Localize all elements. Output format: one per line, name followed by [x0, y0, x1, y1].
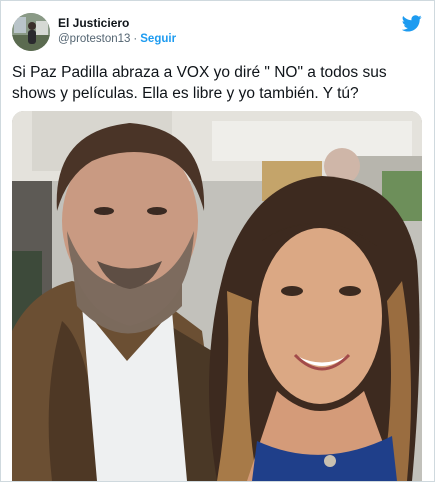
twitter-bird-icon[interactable]: [401, 15, 422, 32]
follow-button[interactable]: Seguir: [140, 33, 176, 45]
author-info: El Justiciero @proteston13 · Seguir: [58, 16, 176, 48]
author-display-name[interactable]: El Justiciero: [58, 16, 176, 31]
author-handle-row: @proteston13 · Seguir: [58, 31, 176, 48]
tweet-text: Si Paz Padilla abraza a VOX yo diré " NO…: [12, 64, 387, 102]
tweet-card[interactable]: El Justiciero @proteston13 · Seguir Si Paz…: [0, 0, 435, 482]
tweet-photo[interactable]: [12, 111, 422, 481]
separator-dot: ·: [133, 33, 138, 45]
avatar-image: [12, 13, 50, 51]
photo-selfie: [12, 111, 422, 481]
author-handle[interactable]: @proteston13: [58, 33, 130, 45]
user-avatar[interactable]: [12, 13, 50, 51]
tweet-header: El Justiciero @proteston13 · Seguir: [12, 13, 422, 51]
